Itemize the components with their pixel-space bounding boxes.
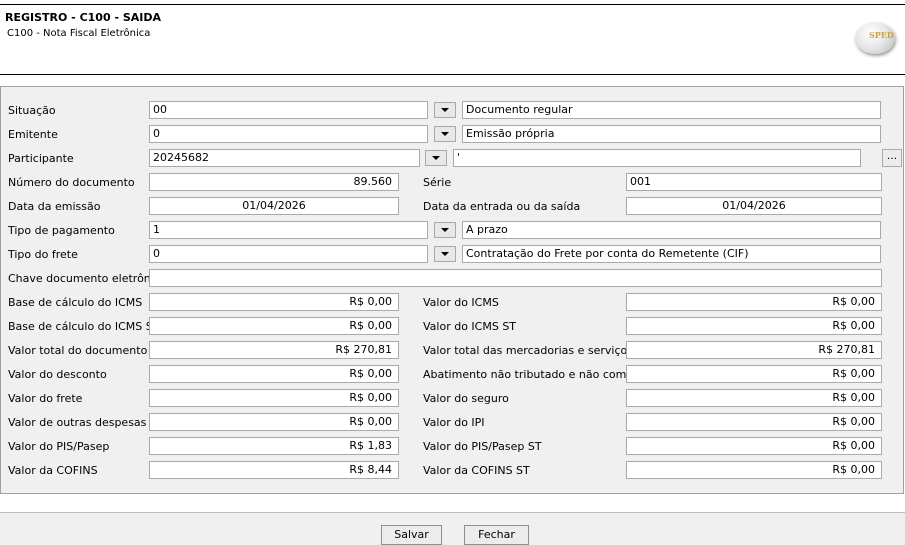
valor-seguro-field[interactable]: R$ 0,00 (626, 389, 882, 407)
page-subtitle: C100 - Nota Fiscal Eletrônica (7, 28, 151, 39)
valor-pis-st-label: Valor do PIS/Pasep ST (423, 440, 542, 453)
valor-outras-despesas-field[interactable]: R$ 0,00 (149, 413, 399, 431)
valor-pis-field[interactable]: R$ 1,83 (149, 437, 399, 455)
base-icms-field[interactable]: R$ 0,00 (149, 293, 399, 311)
emitente-code-field[interactable]: 0 (149, 125, 428, 143)
valor-cofins-st-label: Valor da COFINS ST (423, 464, 530, 477)
valor-outras-despesas-label: Valor de outras despesas (8, 416, 147, 429)
valor-total-documento-field[interactable]: R$ 270,81 (149, 341, 399, 359)
chave-label: Chave documento eletrônico (8, 272, 167, 285)
abatimento-field[interactable]: R$ 0,00 (626, 365, 882, 383)
situacao-description-field[interactable]: Documento regular (462, 101, 881, 119)
data-emissao-label: Data da emissão (8, 200, 101, 213)
chave-field[interactable] (149, 269, 882, 287)
situacao-dropdown-button[interactable] (434, 102, 456, 118)
base-icms-st-label: Base de cálculo do ICMS ST (8, 320, 160, 333)
participante-lookup-button[interactable]: ... (882, 149, 902, 167)
tipo-pagamento-description-field[interactable]: A prazo (462, 221, 881, 239)
save-button[interactable]: Salvar (381, 525, 442, 545)
numero-documento-label: Número do documento (8, 176, 135, 189)
emitente-label: Emitente (8, 128, 58, 141)
tipo-pagamento-code-field[interactable]: 1 (149, 221, 428, 239)
data-entrada-saida-field[interactable]: 01/04/2026 (626, 197, 882, 215)
valor-pis-st-field[interactable]: R$ 0,00 (626, 437, 882, 455)
valor-icms-label: Valor do ICMS (423, 296, 499, 309)
valor-desconto-field[interactable]: R$ 0,00 (149, 365, 399, 383)
valor-ipi-field[interactable]: R$ 0,00 (626, 413, 882, 431)
tipo-pagamento-dropdown-button[interactable] (434, 222, 456, 238)
data-entrada-saida-label: Data da entrada ou da saída (423, 200, 581, 213)
header-bottom-rule (0, 74, 905, 75)
situacao-label: Situação (8, 104, 56, 117)
form-panel (0, 86, 904, 494)
valor-seguro-label: Valor do seguro (423, 392, 509, 405)
serie-label: Série (423, 176, 452, 189)
page-title: REGISTRO - C100 - SAIDA (5, 11, 162, 24)
close-button[interactable]: Fechar (464, 525, 529, 545)
emitente-dropdown-button[interactable] (434, 126, 456, 142)
header-top-rule (0, 4, 905, 5)
abatimento-label: Abatimento não tributado e não comercial (423, 368, 657, 381)
valor-cofins-field[interactable]: R$ 8,44 (149, 461, 399, 479)
valor-desconto-label: Valor do desconto (8, 368, 107, 381)
participante-description-field[interactable]: ' (453, 149, 861, 167)
valor-cofins-st-field[interactable]: R$ 0,00 (626, 461, 882, 479)
valor-icms-field[interactable]: R$ 0,00 (626, 293, 882, 311)
participante-code-field[interactable]: 20245682 (149, 149, 420, 167)
valor-total-documento-label: Valor total do documento (8, 344, 148, 357)
serie-field[interactable]: 001 (626, 173, 882, 191)
tipo-frete-label: Tipo do frete (8, 248, 78, 261)
valor-pis-label: Valor do PIS/Pasep (8, 440, 110, 453)
tipo-frete-code-field[interactable]: 0 (149, 245, 428, 263)
footer-bar (0, 513, 905, 545)
base-icms-st-field[interactable]: R$ 0,00 (149, 317, 399, 335)
valor-cofins-label: Valor da COFINS (8, 464, 98, 477)
tipo-pagamento-label: Tipo de pagamento (8, 224, 115, 237)
numero-documento-field[interactable]: 89.560 (149, 173, 399, 191)
valor-total-mercadorias-label: Valor total das mercadorias e serviços (423, 344, 633, 357)
valor-total-mercadorias-field[interactable]: R$ 270,81 (626, 341, 882, 359)
valor-ipi-label: Valor do IPI (423, 416, 485, 429)
participante-dropdown-button[interactable] (425, 150, 447, 166)
base-icms-label: Base de cálculo do ICMS (8, 296, 143, 309)
valor-icms-st-field[interactable]: R$ 0,00 (626, 317, 882, 335)
tipo-frete-dropdown-button[interactable] (434, 246, 456, 262)
valor-icms-st-label: Valor do ICMS ST (423, 320, 517, 333)
data-emissao-field[interactable]: 01/04/2026 (149, 197, 399, 215)
valor-frete-field[interactable]: R$ 0,00 (149, 389, 399, 407)
emitente-description-field[interactable]: Emissão própria (462, 125, 881, 143)
participante-label: Participante (8, 152, 74, 165)
app-logo: SPED (855, 22, 895, 54)
tipo-frete-description-field[interactable]: Contratação do Frete por conta do Remete… (462, 245, 881, 263)
valor-frete-label: Valor do frete (8, 392, 83, 405)
situacao-code-field[interactable]: 00 (149, 101, 428, 119)
